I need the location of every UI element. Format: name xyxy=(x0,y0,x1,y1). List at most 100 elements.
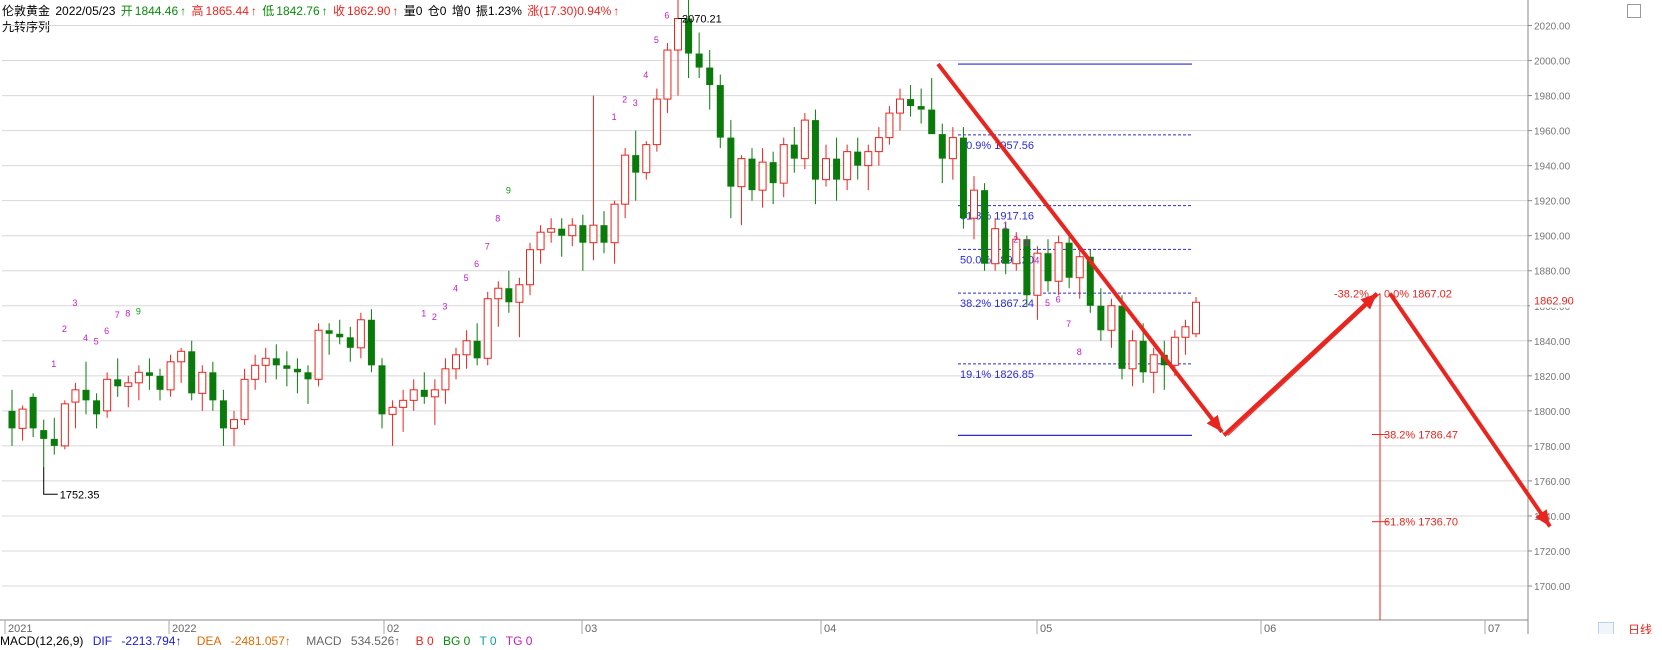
candle-body xyxy=(230,419,238,429)
candle xyxy=(409,379,418,411)
y-tick-label: 1780.00 xyxy=(1534,442,1571,453)
candle-body xyxy=(209,372,217,401)
sequence-number: 6 xyxy=(1056,294,1061,304)
candle-body xyxy=(156,375,164,390)
candle xyxy=(219,389,227,446)
y-tick-label: 1720.00 xyxy=(1534,547,1571,558)
candle xyxy=(568,218,577,247)
macd-indicator-bar: MACD(12,26,9) DIF -2213.794↑ DEA -2481.0… xyxy=(0,634,1662,650)
candle-body xyxy=(251,364,260,380)
fib-level-label: 38.2% 1867.24 xyxy=(960,298,1034,310)
candle xyxy=(579,214,587,271)
sequence-number: 1 xyxy=(1003,221,1008,231)
candle-body xyxy=(621,154,630,205)
candle-body xyxy=(441,368,450,391)
candle-body xyxy=(600,225,608,243)
candle xyxy=(325,323,333,355)
down-arrow-2 xyxy=(1388,292,1552,528)
candle-body xyxy=(145,372,153,376)
candle-body xyxy=(779,144,788,184)
sequence-number: 9 xyxy=(136,307,141,317)
candle-body xyxy=(515,284,524,303)
candle-body xyxy=(716,85,724,138)
candle xyxy=(558,218,566,257)
candle-body xyxy=(737,158,746,188)
x-tick-label: 2022 xyxy=(172,623,196,634)
candle xyxy=(1097,288,1105,341)
candle-body xyxy=(356,319,365,349)
settings-icon[interactable] xyxy=(1627,4,1641,18)
candle-body xyxy=(40,430,48,439)
candle xyxy=(272,344,280,380)
sequence-number: 5 xyxy=(464,273,469,283)
price-chart[interactable]: 1700.001720.001740.001760.001780.001800.… xyxy=(0,0,1662,634)
sequence-number: 3 xyxy=(72,298,77,308)
candle-body xyxy=(632,155,640,173)
candle xyxy=(800,113,809,170)
candle-body xyxy=(420,389,428,397)
sequence-number: 7 xyxy=(1066,319,1071,329)
candle-body xyxy=(378,365,386,415)
candle-body xyxy=(1181,326,1190,338)
candle-body xyxy=(50,438,58,446)
y-tick-label: 1960.00 xyxy=(1534,127,1571,138)
candle xyxy=(727,120,735,219)
sequence-number: 2 xyxy=(622,95,627,105)
candle xyxy=(758,148,767,208)
candle-body xyxy=(452,354,460,370)
candle xyxy=(526,242,534,296)
x-tick-label: 02 xyxy=(387,623,399,634)
candle-body xyxy=(82,389,90,401)
candle-body xyxy=(938,134,946,159)
dif-label: DIF xyxy=(92,634,113,648)
y-tick-label: 1980.00 xyxy=(1534,92,1571,103)
candle-body xyxy=(188,351,196,394)
sequence-number: 4 xyxy=(1034,256,1039,266)
sequence-number: 5 xyxy=(94,336,99,346)
candle xyxy=(1065,235,1073,289)
y-tick-label: 1900.00 xyxy=(1534,232,1571,243)
candle-body xyxy=(1002,228,1010,264)
candle-body xyxy=(526,249,534,286)
candle-body xyxy=(219,400,227,429)
period-tab[interactable]: 日线 xyxy=(1620,621,1660,637)
sequence-number: 2 xyxy=(62,324,67,334)
candle xyxy=(864,144,873,191)
x-tick-label: 2021 xyxy=(8,623,32,634)
candle xyxy=(811,109,819,205)
candle xyxy=(1054,235,1063,296)
up-arrow-outline xyxy=(1227,293,1381,436)
candle xyxy=(378,358,386,429)
candle xyxy=(18,405,27,441)
sequence-number: 9 xyxy=(506,186,511,196)
candle xyxy=(473,323,481,366)
y-tick-label: 1700.00 xyxy=(1534,582,1571,593)
candle-body xyxy=(948,137,957,160)
macd-name: MACD(12,26,9) xyxy=(0,634,84,648)
candle xyxy=(240,368,249,425)
candle xyxy=(917,88,925,124)
candle xyxy=(441,358,450,404)
sequence-number: 1 xyxy=(51,359,56,369)
candle xyxy=(103,372,112,418)
candle xyxy=(928,78,936,135)
candle-body xyxy=(399,399,408,408)
candle xyxy=(610,200,619,264)
candle xyxy=(156,368,164,401)
candle xyxy=(779,137,788,198)
candle xyxy=(685,0,693,79)
sequence-number: 3 xyxy=(633,98,638,108)
candle-body xyxy=(579,225,587,243)
sequence-number: 2 xyxy=(432,312,437,322)
td-sequence-labels: 1234 567 8 9 1 2345678912 345612 345 6789 xyxy=(51,11,1092,370)
candle xyxy=(114,358,122,397)
tg-value: TG 0 xyxy=(505,634,533,648)
y-tick-label: 1840.00 xyxy=(1534,337,1571,348)
candle-body xyxy=(505,288,513,303)
x-tick-label: 04 xyxy=(824,623,836,634)
candle xyxy=(1044,239,1052,292)
x-axis: 2021 2022 02 03 04 05 06 07 xyxy=(0,619,1528,634)
candle-body xyxy=(114,379,122,387)
candle xyxy=(515,277,524,338)
candle-body xyxy=(1065,242,1073,278)
